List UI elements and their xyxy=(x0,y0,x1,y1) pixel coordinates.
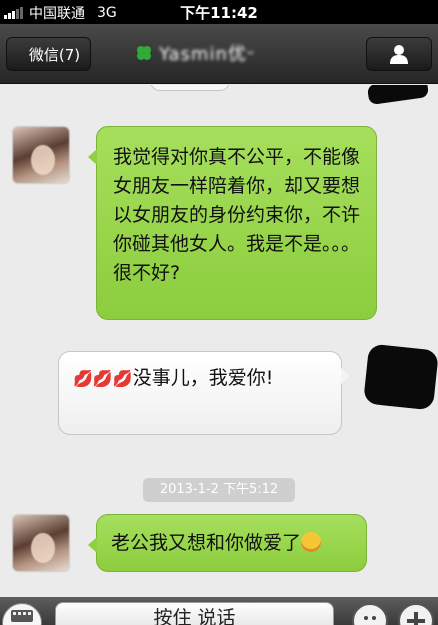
redaction-mark xyxy=(363,343,438,411)
chat-title: Yasmin优ᵕ xyxy=(135,40,255,66)
timestamp: 2013-1-2 下午5:12 xyxy=(143,478,295,502)
profile-button[interactable] xyxy=(366,37,432,71)
lips-emoji: 💋💋💋 xyxy=(73,369,133,388)
keyboard-button[interactable] xyxy=(2,603,42,625)
chat-area[interactable]: 我觉得对你真不公平，不能像女朋友一样陪着你，却又要想以女朋友的身份约束你，不许你… xyxy=(0,85,438,597)
clover-icon xyxy=(137,46,151,60)
back-button-label: 微信(7) xyxy=(28,45,81,64)
emoji-button[interactable] xyxy=(352,603,388,625)
more-button[interactable] xyxy=(398,603,434,625)
hold-to-talk-button[interactable]: 按住 说话 xyxy=(55,602,334,625)
avatar[interactable] xyxy=(12,126,70,184)
message-text: 没事儿，我爱你! xyxy=(132,367,274,389)
emoji-icon xyxy=(301,532,322,552)
message-bubble[interactable]: 💋💋💋没事儿，我爱你! xyxy=(58,351,350,435)
avatar[interactable] xyxy=(12,514,70,572)
person-icon xyxy=(390,45,408,64)
keyboard-icon xyxy=(11,610,33,622)
previous-bubble-edge xyxy=(150,85,230,91)
hold-to-talk-label: 按住 说话 xyxy=(153,607,236,625)
status-bar: 中国联通 3G 下午11:42 xyxy=(0,0,438,24)
input-bar: 按住 说话 xyxy=(0,597,438,625)
redaction-mark xyxy=(366,85,430,106)
back-button[interactable]: 微信(7) xyxy=(6,37,91,71)
chat-header: 微信(7) Yasmin优ᵕ xyxy=(0,24,438,84)
message-bubble[interactable]: 老公我又想和你做爱了 xyxy=(88,514,367,572)
contact-name: Yasmin优ᵕ xyxy=(159,44,256,65)
message-bubble[interactable]: 我觉得对你真不公平，不能像女朋友一样陪着你，却又要想以女朋友的身份约束你，不许你… xyxy=(88,126,377,320)
smiley-icon xyxy=(364,616,376,620)
plus-icon xyxy=(407,612,425,625)
message-text: 老公我又想和你做爱了 xyxy=(111,532,302,554)
message-text: 我觉得对你真不公平，不能像女朋友一样陪着你，却又要想以女朋友的身份约束你，不许你… xyxy=(113,146,361,284)
clock: 下午11:42 xyxy=(180,4,258,22)
